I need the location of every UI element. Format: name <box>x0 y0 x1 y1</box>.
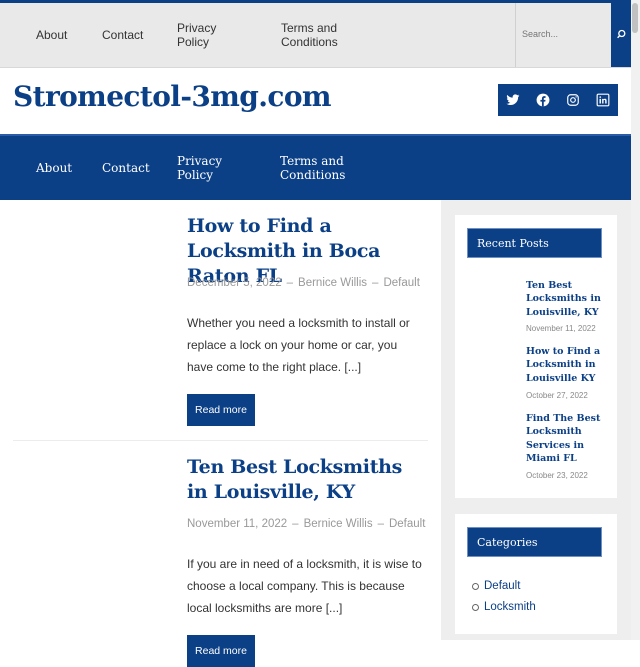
recent-post-link[interactable]: How to Find a Locksmith in Louisville KY <box>526 345 611 385</box>
search-button[interactable] <box>611 3 631 67</box>
category-link[interactable]: Locksmith <box>484 601 536 613</box>
recent-post-date: October 27, 2022 <box>526 391 588 400</box>
post-author[interactable]: Bernice Willis <box>298 277 367 289</box>
categories-widget: Categories Default Locksmith <box>455 514 617 634</box>
main-nav-about-link[interactable]: About <box>36 161 72 175</box>
top-nav-terms-link[interactable]: Terms and Conditions <box>281 21 338 49</box>
facebook-icon <box>536 93 550 107</box>
post-meta: December 5, 2022– Bernice Willis – Default <box>187 277 420 289</box>
top-nav-contact-link[interactable]: Contact <box>102 28 143 42</box>
post-author[interactable]: Bernice Willis <box>304 518 373 530</box>
post-divider <box>13 440 428 441</box>
bullet-icon <box>472 603 479 611</box>
recent-post-link[interactable]: Ten Best Locksmiths in Louisville, KY <box>526 279 611 319</box>
linkedin-button[interactable] <box>588 84 618 116</box>
main-navbar: About Contact Privacy Policy Terms and C… <box>0 134 631 202</box>
post-date[interactable]: November 11, 2022 <box>187 518 287 530</box>
bullet-icon <box>472 582 479 590</box>
search-box <box>515 3 612 67</box>
recent-post-date: October 23, 2022 <box>526 471 588 480</box>
post-category[interactable]: Default <box>383 277 419 289</box>
post-date[interactable]: December 5, 2022 <box>187 277 282 289</box>
recent-post-link[interactable]: Find The Best Locksmith Services in Miam… <box>526 412 611 465</box>
instagram-button[interactable] <box>558 84 588 116</box>
category-link[interactable]: Default <box>484 580 520 592</box>
main-nav-terms-link[interactable]: Terms and Conditions <box>280 154 345 182</box>
meta-separator: – <box>372 277 379 289</box>
twitter-icon <box>506 94 520 106</box>
recent-posts-widget: Recent Posts Ten Best Locksmiths in Loui… <box>455 215 617 498</box>
search-input[interactable] <box>522 25 608 43</box>
meta-separator: – <box>286 277 294 289</box>
meta-separator: – <box>377 518 384 530</box>
instagram-icon <box>567 94 579 106</box>
post-title[interactable]: Ten Best Locksmiths in Louisville, KY <box>187 455 427 505</box>
post-excerpt: If you are in need of a locksmith, it is… <box>187 557 422 615</box>
facebook-button[interactable] <box>528 84 558 116</box>
twitter-button[interactable] <box>498 84 528 116</box>
category-item[interactable]: Locksmith <box>472 601 536 613</box>
top-bar: About Contact Privacy Policy Terms and C… <box>0 3 631 68</box>
read-more-button[interactable]: Read more <box>187 394 255 426</box>
top-nav-about-link[interactable]: About <box>36 28 67 42</box>
scrollbar-thumb[interactable] <box>632 3 638 33</box>
post-meta: November 11, 2022– Bernice Willis – Default <box>187 518 425 530</box>
recent-posts-heading: Recent Posts <box>467 228 602 258</box>
page-scrollbar[interactable] <box>631 0 640 640</box>
meta-separator: – <box>292 518 299 530</box>
main-nav-privacy-link[interactable]: Privacy Policy <box>177 154 222 182</box>
main-nav-contact-link[interactable]: Contact <box>102 161 150 175</box>
post-excerpt: Whether you need a locksmith to install … <box>187 316 410 374</box>
categories-heading: Categories <box>467 527 602 557</box>
linkedin-icon <box>596 93 610 107</box>
top-nav-privacy-link[interactable]: Privacy Policy <box>177 21 216 49</box>
search-icon <box>617 29 626 39</box>
recent-post-date: November 11, 2022 <box>526 324 596 333</box>
category-item[interactable]: Default <box>472 580 520 592</box>
site-title[interactable]: Stromectol-3mg.com <box>13 80 332 113</box>
post-category[interactable]: Default <box>389 518 425 530</box>
